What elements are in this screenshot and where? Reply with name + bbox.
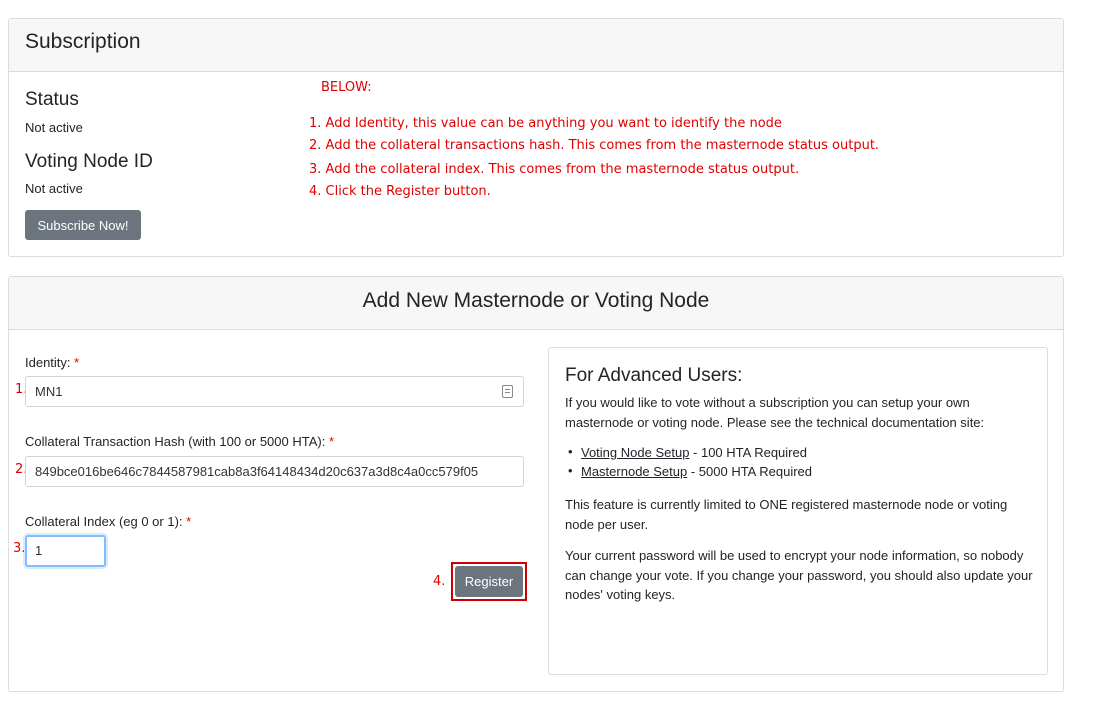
- voting-node-id-value: Not active: [25, 181, 83, 196]
- hash-label-text: Collateral Transaction Hash (with 100 or…: [25, 434, 326, 449]
- voting-node-id-heading: Voting Node ID: [25, 151, 153, 172]
- instruction-step-1: 1. Add Identity, this value can be anyth…: [309, 116, 782, 131]
- advanced-intro-text: If you would like to vote without a subs…: [565, 395, 985, 430]
- instructions-header: BELOW:: [321, 80, 372, 95]
- instruction-step-3: 3. Add the collateral index. This comes …: [309, 162, 800, 177]
- annotation-marker-3: 3.: [13, 541, 26, 556]
- identity-label: Identity: *: [25, 355, 79, 370]
- required-marker: *: [186, 514, 192, 529]
- index-label-text: Collateral Index (eg 0 or 1):: [25, 514, 183, 529]
- collateral-hash-input[interactable]: 849bce016be646c7844587981cab8a3f64148434…: [25, 456, 524, 487]
- instruction-step-2: 2. Add the collateral transactions hash.…: [309, 138, 880, 153]
- password-note-text: Your current password will be used to en…: [565, 548, 1033, 602]
- required-marker: *: [74, 355, 80, 370]
- masternode-requirement: - 5000 HTA Required: [687, 464, 813, 479]
- add-node-card-header: Add New Masternode or Voting Node: [9, 277, 1063, 330]
- advanced-users-panel: For Advanced Users: If you would like to…: [548, 347, 1048, 675]
- identity-input-value: MN1: [35, 384, 63, 399]
- subscription-card: Subscription Status Not active Voting No…: [8, 18, 1064, 257]
- voting-node-requirement: - 100 HTA Required: [689, 445, 807, 460]
- advanced-users-title: For Advanced Users:: [565, 365, 743, 386]
- instruction-step-4: 4. Click the Register button.: [309, 184, 491, 199]
- annotation-marker-4: 4.: [433, 574, 446, 589]
- voting-node-setup-link[interactable]: Voting Node Setup: [581, 445, 689, 460]
- collateral-index-input[interactable]: 1: [25, 535, 106, 567]
- subscription-title: Subscription: [25, 30, 141, 53]
- contact-card-icon[interactable]: [502, 385, 513, 398]
- list-item: Masternode Setup - 5000 HTA Required: [568, 463, 813, 479]
- add-node-card: Add New Masternode or Voting Node Identi…: [8, 276, 1064, 692]
- index-label: Collateral Index (eg 0 or 1): *: [25, 514, 191, 529]
- list-item: Voting Node Setup - 100 HTA Required: [568, 444, 807, 460]
- add-node-title: Add New Masternode or Voting Node: [362, 289, 710, 312]
- status-heading: Status: [25, 89, 79, 110]
- identity-label-text: Identity:: [25, 355, 71, 370]
- collateral-index-value: 1: [35, 543, 43, 558]
- identity-input[interactable]: MN1: [25, 376, 524, 407]
- masternode-setup-link[interactable]: Masternode Setup: [581, 464, 687, 479]
- status-value: Not active: [25, 120, 83, 135]
- hash-label: Collateral Transaction Hash (with 100 or…: [25, 434, 334, 449]
- required-marker: *: [328, 434, 335, 449]
- subscribe-now-button[interactable]: Subscribe Now!: [25, 210, 141, 240]
- subscription-card-header: Subscription: [9, 19, 1063, 72]
- register-button[interactable]: Register: [455, 566, 523, 597]
- collateral-hash-value: 849bce016be646c7844587981cab8a3f64148434…: [35, 464, 479, 479]
- limit-note-text: This feature is currently limited to ONE…: [565, 497, 1008, 532]
